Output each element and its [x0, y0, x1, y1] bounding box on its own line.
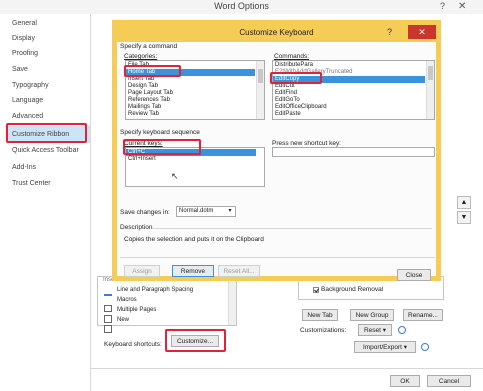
customize-highlight-box	[165, 329, 226, 352]
macro-icon	[104, 305, 112, 312]
description-text: Copies the selection and puts it on the …	[124, 236, 264, 243]
nav-item-proofing[interactable]: Proofing	[8, 48, 90, 60]
categories-scrollbar[interactable]	[256, 61, 264, 119]
specify-sequence-heading: Specify keyboard sequence	[120, 129, 200, 136]
new-shortcut-input[interactable]	[272, 147, 435, 157]
nav-highlight-box	[6, 123, 87, 143]
pages-icon	[104, 315, 112, 323]
new-group-button[interactable]: New Group	[350, 309, 394, 321]
list-scrollbar[interactable]	[228, 277, 236, 325]
save-changes-value: Normal.dotm	[179, 208, 214, 214]
remove-button[interactable]: Remove	[172, 265, 214, 277]
customizations-label: Customizations:	[300, 327, 347, 334]
home-tab-highlight-box	[124, 65, 181, 77]
category-item[interactable]: Design Tab	[128, 83, 158, 90]
editcopy-highlight-box	[270, 72, 322, 84]
chevron-down-icon: ▾	[228, 208, 232, 214]
command-item[interactable]: EditGoTo	[275, 97, 300, 104]
ok-button[interactable]: OK	[390, 375, 420, 387]
dialog-title-bar: Customize Keyboard ? ✕	[117, 25, 436, 42]
line-spacing-icon	[104, 294, 112, 300]
close-button[interactable]: ✕	[458, 1, 466, 12]
specify-command-heading: Specify a command	[120, 43, 178, 50]
info-icon	[421, 343, 429, 351]
options-nav: General Display Proofing Save Typography…	[3, 14, 91, 391]
nav-item-typography[interactable]: Typography	[8, 80, 90, 92]
dialog-close-button[interactable]: ✕	[408, 25, 436, 39]
category-item[interactable]: Insert Tab	[128, 76, 154, 83]
nav-item-quick-access-toolbar[interactable]: Quick Access Toolbar	[8, 145, 90, 157]
footer-divider	[91, 368, 483, 369]
description-label: Description	[120, 224, 153, 231]
current-key-item[interactable]: Ctrl+Insert	[128, 156, 156, 163]
reset-dropdown[interactable]: Reset ▾	[358, 324, 392, 336]
assign-button[interactable]: Assign	[124, 265, 160, 277]
command-item[interactable]: EditCut	[275, 83, 295, 90]
new-icon	[104, 325, 112, 333]
help-button[interactable]: ?	[440, 1, 445, 11]
button-divider	[120, 257, 435, 258]
save-changes-select[interactable]: Normal.dotm ▾	[176, 206, 236, 217]
list-item[interactable]: Line and Paragraph Spacing	[117, 287, 193, 294]
commands-listbox[interactable]: DistributePara E2tWithAddGalleryTruncate…	[272, 60, 435, 120]
command-item[interactable]: DistributePara	[275, 62, 313, 69]
list-item[interactable]: Multiple Pages	[117, 307, 156, 314]
cancel-button[interactable]: Cancel	[427, 375, 471, 387]
customize-keyboard-dialog: Customize Keyboard ? ✕ Specify a command…	[112, 20, 441, 281]
category-item[interactable]: Mailings Tab	[128, 104, 161, 111]
nav-item-trust-center[interactable]: Trust Center	[8, 178, 90, 190]
description-divider	[152, 228, 432, 229]
import-export-dropdown[interactable]: Import/Export ▾	[354, 341, 416, 353]
category-item[interactable]: Review Tab	[128, 111, 159, 118]
move-down-button[interactable]: ▼	[457, 211, 471, 224]
dialog-close-text-button[interactable]: Close	[397, 269, 431, 281]
nav-item-language[interactable]: Language	[8, 95, 90, 107]
nav-item-general[interactable]: General	[8, 18, 90, 30]
list-item[interactable]: New	[117, 317, 129, 324]
mouse-cursor-icon: ↖	[171, 171, 179, 181]
nav-item-display[interactable]: Display	[8, 33, 90, 45]
title-bar: Word Options ? ✕	[0, 0, 483, 14]
background-removal-checkbox[interactable]	[313, 287, 319, 293]
command-item[interactable]: EditOfficeClipboard	[275, 104, 327, 111]
list-item[interactable]: Macros	[117, 297, 137, 304]
press-new-shortcut-label: Press new shortcut key:	[272, 140, 341, 147]
tree-item-background-removal[interactable]: Background Removal	[321, 286, 383, 293]
commands-list[interactable]: Insert Footnote Line and Paragraph Spaci…	[97, 276, 237, 326]
dialog-help-button[interactable]: ?	[387, 27, 392, 37]
command-item[interactable]: EditPaste	[275, 111, 301, 118]
reset-all-button[interactable]: Reset All...	[218, 265, 260, 277]
categories-label: Categories:	[124, 53, 158, 60]
keyboard-shortcuts-label: Keyboard shortcuts:	[104, 341, 162, 348]
move-up-button[interactable]: ▲	[457, 196, 471, 209]
window-title: Word Options	[214, 1, 269, 11]
command-item[interactable]: EditFind	[275, 90, 297, 97]
category-item[interactable]: References Tab	[128, 97, 170, 104]
commands-label: Commands:	[274, 53, 310, 60]
info-icon	[398, 326, 406, 334]
category-item[interactable]: Page Layout Tab	[128, 90, 173, 97]
nav-item-add-ins[interactable]: Add-Ins	[8, 162, 90, 174]
new-tab-button[interactable]: New Tab	[302, 309, 338, 321]
current-keys-highlight-box	[123, 139, 201, 155]
commands-scrollbar[interactable]	[426, 61, 434, 119]
nav-item-save[interactable]: Save	[8, 64, 90, 76]
rename-button[interactable]: Rename...	[403, 309, 443, 321]
nav-item-advanced[interactable]: Advanced	[8, 111, 90, 123]
save-changes-label: Save changes in:	[120, 209, 170, 216]
